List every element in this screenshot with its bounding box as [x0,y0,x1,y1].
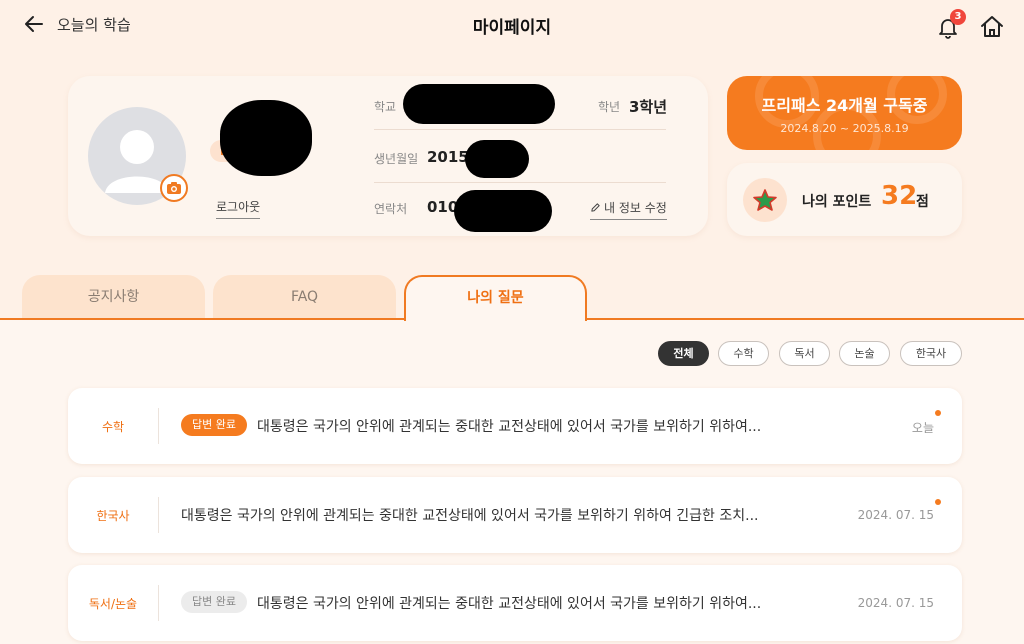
camera-icon [167,182,181,194]
question-date: 2024. 07. 15 [857,508,934,522]
filter-math[interactable]: 수학 [718,341,769,366]
profile-card: m 로그아웃 학교 학년 3학년 생년월일 2015 연락처 010 내 정보 … [68,76,708,236]
redacted-birth [465,140,529,178]
filter-essay[interactable]: 논술 [839,341,890,366]
filter-history[interactable]: 한국사 [900,341,962,366]
points-unit: 점 [916,194,929,210]
tab-my-questions[interactable]: 나의 질문 [404,275,587,321]
grade-label: 학년 [598,100,621,114]
question-category: 한국사 [96,509,130,523]
question-row[interactable]: 수학 답변 완료 대통령은 국가의 안위에 관계되는 중대한 교전상태에 있어서… [68,388,962,464]
edit-profile-label: 내 정보 수정 [604,201,667,215]
divider [374,182,666,183]
grade-value: 3학년 [629,98,668,116]
divider [158,585,159,621]
notification-badge: 3 [950,9,966,25]
school-label: 학교 [374,100,397,114]
birth-label: 생년월일 [374,152,419,166]
answer-status-badge: 답변 완료 [181,414,247,436]
contact-label: 연락처 [374,202,408,216]
points-label: 나의 포인트 [802,194,872,210]
question-row[interactable]: 독서/논술 답변 완료 대통령은 국가의 안위에 관계되는 중대한 교전상태에 … [68,565,962,641]
page-title: 마이페이지 [472,18,552,38]
redacted-contact [454,190,552,232]
redacted-name [220,100,312,176]
filter-all[interactable]: 전체 [658,341,709,366]
question-date: 2024. 07. 15 [857,596,934,610]
birth-value: 2015 [427,148,469,166]
subscription-title: 프리패스 24개월 구독중 [761,96,928,115]
star-badge [743,178,787,222]
star-icon [753,189,777,211]
question-row[interactable]: 한국사 대통령은 국가의 안위에 관계되는 중대한 교전상태에 있어서 국가를 … [68,477,962,553]
filter-reading[interactable]: 독서 [779,341,830,366]
pencil-icon [591,203,600,212]
question-category: 수학 [101,420,125,434]
question-text: 대통령은 국가의 안위에 관계되는 중대한 교전상태에 있어서 국가를 보위하기… [257,596,762,612]
subscription-card[interactable]: 프리패스 24개월 구독중 2024.8.20 ~ 2025.8.19 [727,76,962,150]
new-indicator-dot [935,499,941,505]
home-icon[interactable] [979,15,1005,39]
top-bar: 오늘의 학습 마이페이지 3 [0,0,1024,52]
redacted-school [403,84,555,124]
camera-button[interactable] [160,174,188,202]
subscription-dates: 2024.8.20 ~ 2025.8.19 [780,122,909,135]
logout-link[interactable]: 로그아웃 [216,198,261,219]
tab-faq[interactable]: FAQ [213,275,396,319]
question-text: 대통령은 국가의 안위에 관계되는 중대한 교전상태에 있어서 국가를 보위하기… [181,508,759,524]
divider [374,129,666,130]
new-indicator-dot [935,410,941,416]
tab-notice[interactable]: 공지사항 [22,275,205,319]
divider [158,497,159,533]
question-date: 오늘 [911,421,934,435]
question-category: 독서/논술 [88,597,138,611]
points-card[interactable]: 나의 포인트 32 점 [727,163,962,236]
points-value: 32 [881,181,918,211]
divider [158,408,159,444]
answer-status-badge: 답변 완료 [181,591,247,613]
question-text: 대통령은 국가의 안위에 관계되는 중대한 교전상태에 있어서 국가를 보위하기… [257,419,762,435]
edit-profile-link[interactable]: 내 정보 수정 [590,199,667,220]
